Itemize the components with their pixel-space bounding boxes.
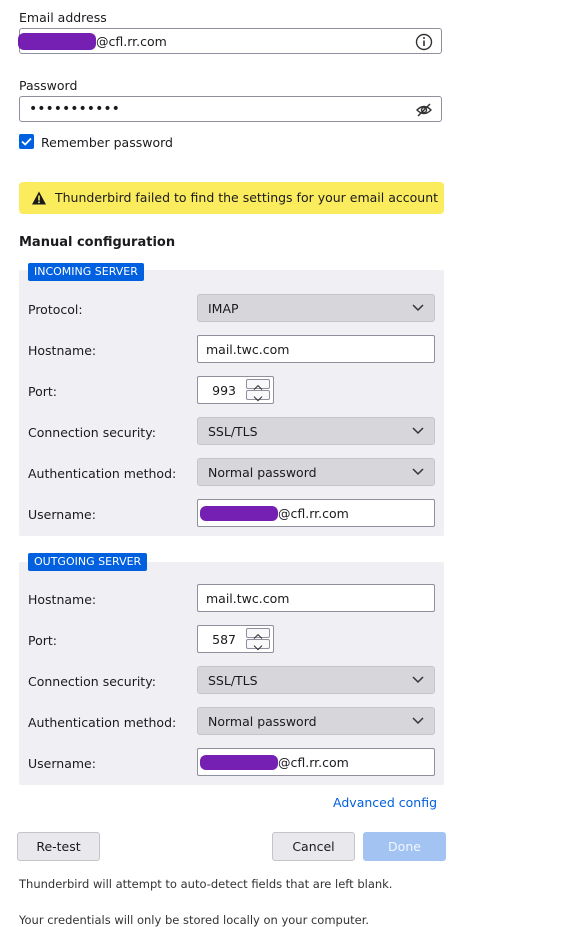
eye-slash-icon[interactable] — [415, 101, 433, 119]
incoming-username-input[interactable]: @cfl.rr.com — [197, 499, 435, 527]
incoming-auth-select[interactable]: Normal password — [197, 458, 435, 486]
done-button[interactable]: Done — [363, 832, 446, 861]
outgoing-security-value: SSL/TLS — [208, 673, 258, 688]
password-field[interactable]: ••••••••••• — [19, 96, 442, 122]
email-field[interactable]: @cfl.rr.com — [18, 28, 442, 54]
manual-config-heading: Manual configuration — [19, 235, 176, 250]
outgoing-hostname-value: mail.twc.com — [206, 591, 290, 606]
password-label: Password — [19, 78, 78, 93]
info-icon[interactable] — [415, 33, 433, 51]
email-label: Email address — [19, 10, 107, 25]
email-domain-text: @cfl.rr.com — [96, 34, 167, 49]
chevron-down-icon — [412, 468, 424, 476]
outgoing-port-value: 587 — [212, 632, 236, 647]
incoming-hostname-label: Hostname: — [28, 343, 97, 358]
checkmark-icon — [21, 137, 32, 146]
protocol-value: IMAP — [208, 301, 239, 316]
incoming-username-domain: @cfl.rr.com — [278, 506, 349, 521]
advanced-config-link[interactable]: Advanced config — [333, 795, 437, 810]
outgoing-username-domain: @cfl.rr.com — [278, 755, 349, 770]
password-value: ••••••••••• — [29, 101, 120, 117]
remember-password-checkbox[interactable] — [19, 134, 34, 149]
outgoing-auth-value: Normal password — [208, 714, 317, 729]
incoming-auth-label: Authentication method: — [28, 466, 177, 481]
redaction-mark — [200, 506, 278, 521]
outgoing-username-label: Username: — [28, 756, 96, 771]
autodetect-note: Thunderbird will attempt to auto-detect … — [19, 877, 393, 891]
protocol-label: Protocol: — [28, 302, 83, 317]
port-decrement-button[interactable] — [246, 390, 270, 402]
outgoing-hostname-label: Hostname: — [28, 592, 97, 607]
outgoing-security-label: Connection security: — [28, 674, 156, 689]
outgoing-hostname-input[interactable]: mail.twc.com — [197, 584, 435, 612]
warning-icon — [32, 191, 46, 205]
incoming-auth-value: Normal password — [208, 465, 317, 480]
warning-banner: Thunderbird failed to find the settings … — [19, 182, 444, 214]
outgoing-username-input[interactable]: @cfl.rr.com — [197, 748, 435, 776]
port-decrement-button[interactable] — [246, 639, 270, 651]
outgoing-auth-select[interactable]: Normal password — [197, 707, 435, 735]
chevron-down-icon — [412, 427, 424, 435]
chevron-down-icon — [412, 304, 424, 312]
redaction-mark — [18, 33, 96, 50]
cancel-button[interactable]: Cancel — [272, 832, 355, 861]
outgoing-port-label: Port: — [28, 633, 57, 648]
outgoing-port-input[interactable]: 587 — [197, 625, 274, 653]
chevron-down-icon — [253, 645, 263, 651]
incoming-port-label: Port: — [28, 384, 57, 399]
port-increment-button[interactable] — [246, 628, 270, 639]
retest-button[interactable]: Re-test — [17, 832, 100, 861]
protocol-select[interactable]: IMAP — [197, 294, 435, 322]
outgoing-auth-label: Authentication method: — [28, 715, 177, 730]
warning-text: Thunderbird failed to find the settings … — [55, 190, 439, 205]
incoming-port-value: 993 — [212, 383, 236, 398]
incoming-server-badge: INCOMING SERVER — [28, 263, 144, 281]
redaction-mark — [200, 755, 278, 770]
incoming-username-label: Username: — [28, 507, 96, 522]
incoming-hostname-input[interactable]: mail.twc.com — [197, 335, 435, 363]
chevron-down-icon — [253, 396, 263, 402]
chevron-down-icon — [412, 676, 424, 684]
incoming-hostname-value: mail.twc.com — [206, 342, 290, 357]
outgoing-server-badge: OUTGOING SERVER — [28, 553, 148, 571]
remember-password-label[interactable]: Remember password — [41, 135, 173, 150]
incoming-security-value: SSL/TLS — [208, 424, 258, 439]
port-increment-button[interactable] — [246, 379, 270, 390]
incoming-security-select[interactable]: SSL/TLS — [197, 417, 435, 445]
outgoing-security-select[interactable]: SSL/TLS — [197, 666, 435, 694]
incoming-security-label: Connection security: — [28, 425, 156, 440]
chevron-down-icon — [412, 717, 424, 725]
credentials-note: Your credentials will only be stored loc… — [19, 913, 370, 927]
incoming-port-input[interactable]: 993 — [197, 376, 274, 404]
